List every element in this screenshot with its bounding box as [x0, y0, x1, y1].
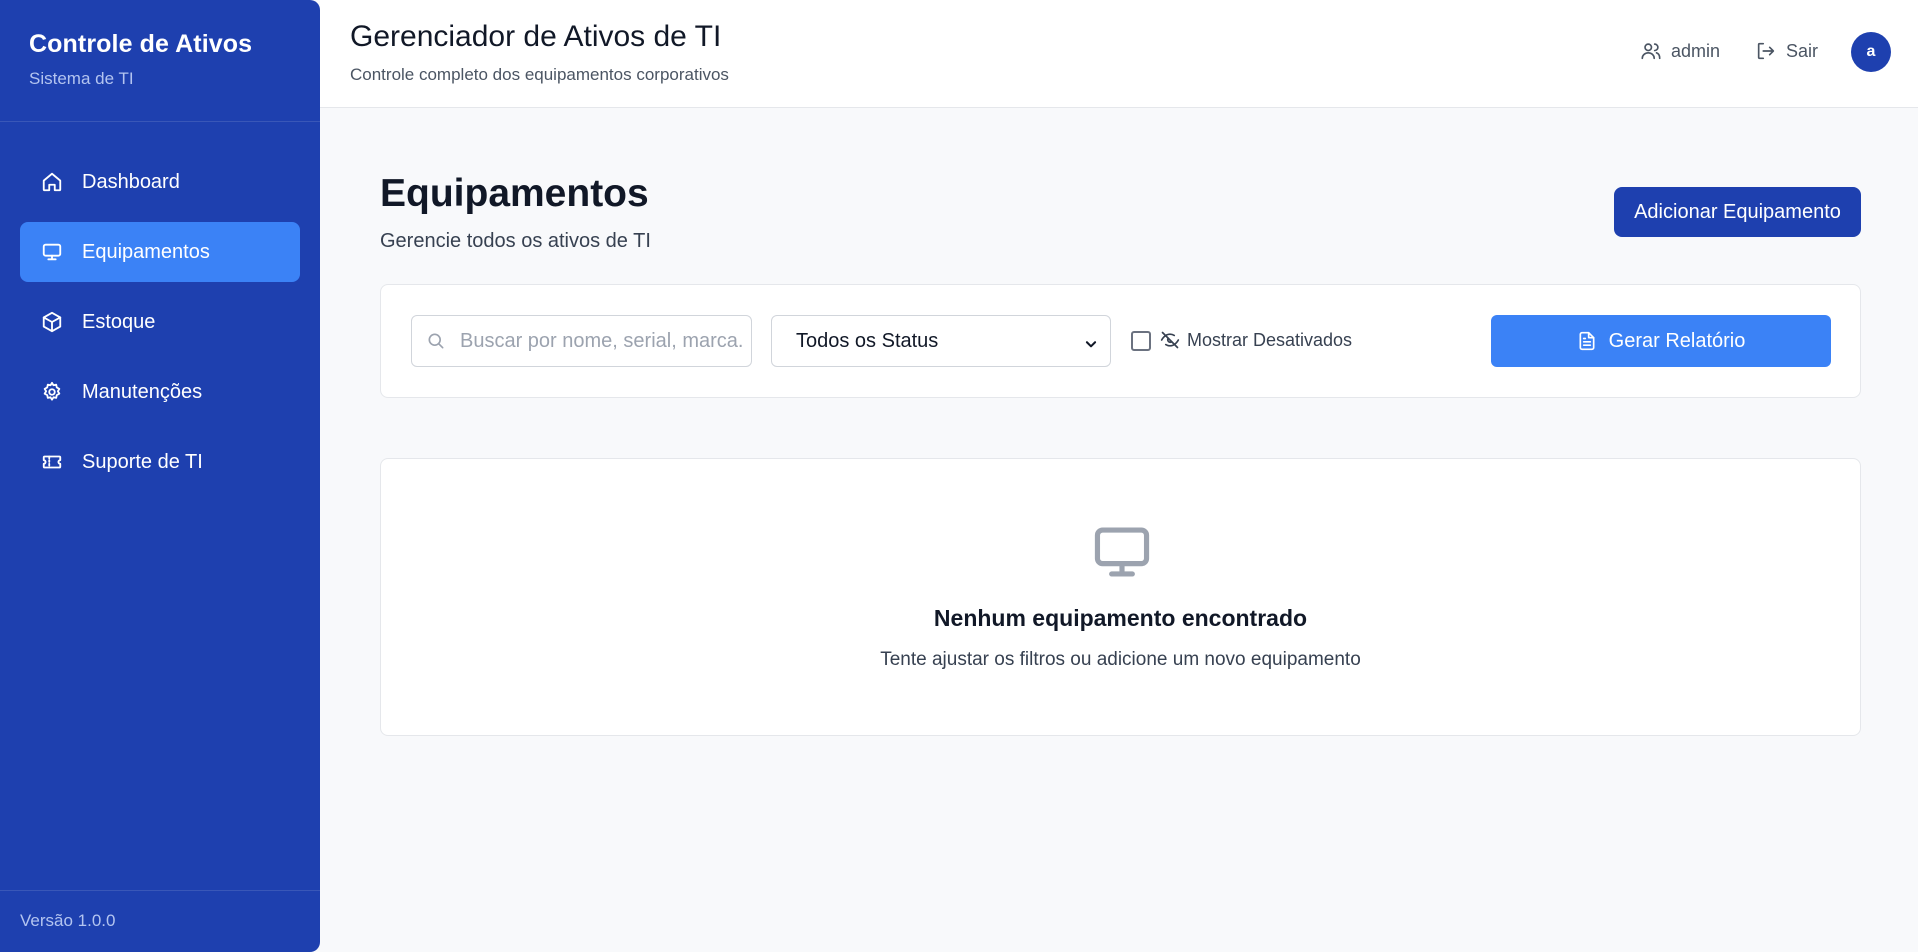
home-icon: [40, 170, 64, 194]
avatar[interactable]: a: [1851, 32, 1891, 72]
chevron-down-icon: [1084, 334, 1098, 348]
page-title: Equipamentos: [380, 172, 649, 215]
eye-off-icon: [1160, 330, 1182, 352]
sidebar-item-label: Estoque: [82, 310, 156, 333]
sidebar: Controle de Ativos Sistema de TI Dashboa…: [0, 0, 320, 952]
page-subtitle: Gerencie todos os ativos de TI: [380, 230, 651, 252]
top-header: Gerenciador de Ativos de TI Controle com…: [320, 0, 1918, 108]
logout-icon: [1755, 40, 1777, 62]
file-text-icon: [1577, 331, 1597, 351]
empty-state: Nenhum equipamento encontrado Tente ajus…: [380, 458, 1861, 736]
users-icon: [1640, 40, 1662, 62]
monitor-icon: [40, 240, 64, 264]
ticket-icon: [40, 450, 64, 474]
search-input[interactable]: [460, 316, 745, 366]
sidebar-item-label: Manutenções: [82, 380, 203, 403]
sidebar-item-label: Suporte de TI: [82, 450, 203, 473]
brand-subtitle: Sistema de TI: [29, 69, 134, 88]
sidebar-item-dashboard[interactable]: Dashboard: [20, 152, 300, 212]
sidebar-item-label: Equipamentos: [82, 240, 210, 263]
search-box: [411, 315, 752, 367]
filters-panel: Todos os Status Mostrar Desativados Gera…: [380, 284, 1861, 398]
generate-report-button[interactable]: Gerar Relatório: [1491, 315, 1831, 367]
user-menu[interactable]: admin: [1640, 40, 1720, 62]
monitor-icon: [1091, 521, 1153, 583]
show-disabled-checkbox[interactable]: [1131, 331, 1151, 351]
search-icon: [426, 331, 446, 351]
header-subtitle: Controle completo dos equipamentos corpo…: [350, 65, 729, 84]
sidebar-item-label: Dashboard: [82, 170, 180, 193]
header-title: Gerenciador de Ativos de TI: [350, 20, 722, 53]
empty-state-title: Nenhum equipamento encontrado: [933, 605, 1308, 631]
sidebar-item-manutencoes[interactable]: Manutenções: [20, 362, 300, 422]
generate-report-label: Gerar Relatório: [1608, 329, 1746, 352]
package-icon: [40, 310, 64, 334]
empty-state-subtitle: Tente ajustar os filtros ou adicione um …: [880, 649, 1361, 670]
sidebar-item-suporte[interactable]: Suporte de TI: [20, 432, 300, 492]
sidebar-item-equipamentos[interactable]: Equipamentos: [20, 222, 300, 282]
brand-title: Controle de Ativos: [29, 30, 253, 58]
logout-button[interactable]: Sair: [1755, 40, 1818, 62]
show-disabled-label: Mostrar Desativados: [1187, 330, 1353, 350]
status-select-value: Todos os Status: [796, 329, 939, 352]
logout-label: Sair: [1786, 40, 1819, 61]
app-version: Versão 1.0.0: [0, 890, 320, 952]
gear-icon: [40, 380, 64, 404]
add-equipment-button[interactable]: Adicionar Equipamento: [1614, 187, 1861, 237]
sidebar-item-estoque[interactable]: Estoque: [20, 292, 300, 352]
sidebar-nav: Dashboard Equipamentos Estoque Manutençõ…: [0, 122, 320, 492]
brand: Controle de Ativos Sistema de TI: [0, 0, 320, 122]
user-name: admin: [1671, 40, 1721, 61]
status-select[interactable]: Todos os Status: [771, 315, 1111, 367]
